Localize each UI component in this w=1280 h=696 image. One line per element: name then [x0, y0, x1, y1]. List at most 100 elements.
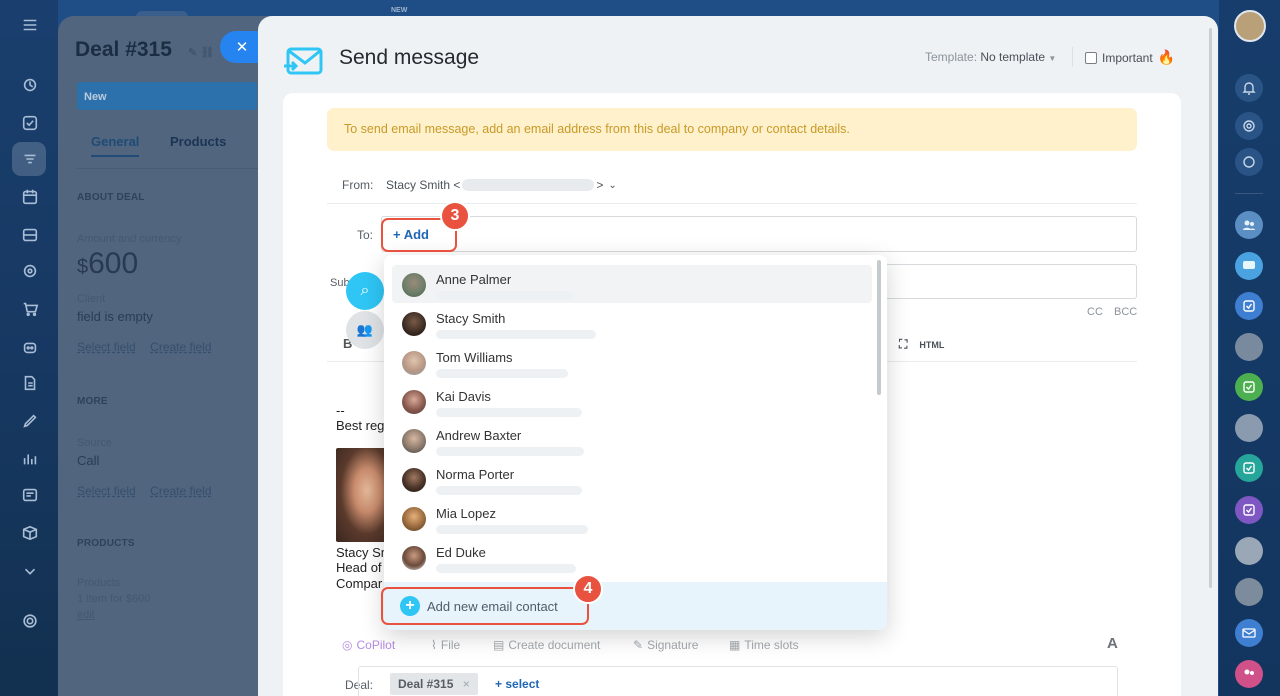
- group-chat-icon[interactable]: [1235, 660, 1263, 688]
- drive-icon[interactable]: [19, 224, 41, 246]
- to-label: To:: [357, 228, 374, 242]
- close-icon: ✕: [235, 39, 249, 56]
- chevron-down-icon[interactable]: [19, 560, 41, 582]
- contact-item[interactable]: Mia Lopez: [392, 499, 872, 537]
- signature-role: Head of: [336, 560, 382, 575]
- html-button[interactable]: HTML: [919, 340, 944, 350]
- cc-link[interactable]: CC: [1087, 306, 1103, 318]
- contact-item[interactable]: Stacy Smith: [392, 304, 872, 342]
- shop-icon[interactable]: [19, 298, 41, 320]
- editor-toolbar: ⛶ HTML: [899, 337, 944, 352]
- paperclip-icon: ⌇: [431, 638, 437, 652]
- blurred-email: [436, 525, 588, 534]
- document-icon: ▤: [493, 638, 505, 652]
- chevron-down-icon: ⌄: [608, 179, 617, 191]
- highlight-add-new: [381, 587, 589, 625]
- user-avatar[interactable]: [1235, 578, 1263, 606]
- left-navigation: [0, 0, 58, 696]
- messages-icon[interactable]: [1235, 252, 1263, 280]
- flame-icon: 🔥: [1157, 49, 1176, 65]
- select-deal-link[interactable]: + select: [495, 677, 539, 691]
- avatar: [402, 429, 426, 453]
- crm-icon[interactable]: [19, 148, 41, 170]
- step-badge: 4: [573, 574, 603, 604]
- tasks-icon[interactable]: [19, 112, 41, 134]
- avatar: [402, 390, 426, 414]
- settings-icon[interactable]: [19, 610, 41, 632]
- envelope-icon: [284, 44, 324, 85]
- contact-item[interactable]: Kai Davis: [392, 382, 872, 420]
- right-sidebar: [1219, 0, 1280, 696]
- task-chat-icon[interactable]: [1235, 496, 1263, 524]
- copilot-button[interactable]: ◎ CoPilot: [342, 638, 395, 652]
- marketing-icon[interactable]: [19, 260, 41, 282]
- menu-icon[interactable]: [19, 14, 41, 36]
- user-avatar[interactable]: [1235, 414, 1263, 442]
- signature-photo: [336, 448, 388, 542]
- deal-chip[interactable]: Deal #315 ×: [390, 673, 478, 695]
- copilot-chat-button[interactable]: ⌕: [346, 272, 384, 310]
- important-checkbox[interactable]: Important 🔥: [1085, 49, 1175, 66]
- signature-company: Compar: [336, 576, 383, 591]
- avatar: [402, 273, 426, 297]
- bell-icon[interactable]: [1235, 74, 1263, 102]
- contact-item[interactable]: Anne Palmer: [392, 265, 872, 303]
- task-chat-icon[interactable]: [1235, 454, 1263, 482]
- new-badge: NEW: [391, 7, 408, 14]
- font-toggle-button[interactable]: A: [1107, 635, 1118, 652]
- from-label: From:: [342, 178, 374, 192]
- spiral-icon[interactable]: [1235, 112, 1263, 140]
- subject-input[interactable]: [878, 264, 1137, 299]
- bcc-link[interactable]: BCC: [1114, 306, 1137, 318]
- file-button[interactable]: ⌇ File: [431, 638, 460, 652]
- blurred-email: [462, 179, 595, 191]
- alert-banner: To send email message, add an email addr…: [327, 108, 1137, 151]
- avatar: [402, 507, 426, 531]
- docs-icon[interactable]: [19, 372, 41, 394]
- calendar-icon: ▦: [729, 638, 741, 652]
- divider: [1072, 47, 1073, 67]
- time-slots-button[interactable]: ▦ Time slots: [729, 638, 799, 652]
- contacts-button[interactable]: 👥: [346, 311, 384, 349]
- contact-item[interactable]: Norma Porter: [392, 460, 872, 498]
- signature-greeting: Best reg: [336, 418, 385, 433]
- group-chat-icon[interactable]: [1235, 211, 1263, 239]
- step-badge: 3: [440, 201, 470, 231]
- signature-dashes: --: [336, 403, 345, 418]
- checkbox[interactable]: [1085, 51, 1097, 64]
- user-avatar[interactable]: [1235, 333, 1263, 361]
- task-chat-icon[interactable]: [1235, 292, 1263, 320]
- blurred-email: [436, 369, 568, 378]
- contact-item[interactable]: Tom Williams: [392, 343, 872, 381]
- user-avatar[interactable]: [1234, 10, 1266, 42]
- sites-icon[interactable]: [19, 484, 41, 506]
- to-field[interactable]: [381, 216, 1137, 252]
- signature-button[interactable]: ✎ Signature: [633, 638, 698, 652]
- chevron-down-icon: ▼: [1048, 54, 1057, 63]
- task-chat-icon[interactable]: [1235, 373, 1263, 401]
- chat-search-icon: ⌕: [360, 282, 370, 299]
- blurred-email: [436, 408, 582, 417]
- user-avatar[interactable]: [1235, 537, 1263, 565]
- box-icon[interactable]: [19, 522, 41, 544]
- analytics-icon[interactable]: [19, 448, 41, 470]
- calendar-icon[interactable]: [19, 186, 41, 208]
- blurred-email: [436, 291, 574, 300]
- scrollbar[interactable]: [1209, 28, 1212, 588]
- fullscreen-icon[interactable]: ⛶: [899, 337, 907, 352]
- blurred-email: [436, 447, 584, 456]
- robot-icon[interactable]: [19, 336, 41, 358]
- template-select[interactable]: Template: No template ▼: [925, 50, 1056, 64]
- contact-item[interactable]: Ed Duke: [392, 538, 872, 576]
- remove-icon[interactable]: ×: [463, 677, 470, 691]
- scrollbar[interactable]: [877, 260, 881, 395]
- close-button[interactable]: ✕: [220, 31, 260, 63]
- sign-icon[interactable]: [19, 410, 41, 432]
- blurred-email: [436, 564, 576, 573]
- chat-search-icon[interactable]: [1235, 148, 1263, 176]
- contact-item[interactable]: Andrew Baxter: [392, 421, 872, 459]
- mail-icon[interactable]: [1235, 619, 1263, 647]
- activity-icon[interactable]: [19, 74, 41, 96]
- from-select[interactable]: Stacy Smith < > ⌄: [386, 178, 617, 192]
- create-document-button[interactable]: ▤ Create document: [493, 638, 600, 652]
